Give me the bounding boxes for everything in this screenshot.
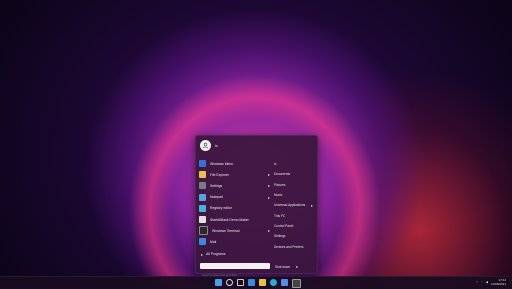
place-item-music[interactable]: Music <box>274 190 315 200</box>
chevron-right-icon: ▸ <box>267 194 270 200</box>
file-explorer-icon <box>199 171 206 179</box>
app-item-windows-menu[interactable]: Windows Menu <box>199 158 272 169</box>
app-label: File Explorer <box>210 172 230 177</box>
app-item-registry-editor[interactable]: Registry editor <box>199 203 272 214</box>
taskbar: ˄ ◔ ◀ 17:44 10/08/2021 <box>0 276 512 289</box>
place-label: Pictures <box>274 182 286 187</box>
place-label: This PC <box>274 213 286 218</box>
registry-icon <box>199 204 206 212</box>
app-item-settings[interactable]: Settings ▸ <box>199 180 272 191</box>
place-item-documents[interactable]: Documents <box>274 169 315 179</box>
app-label: Settings <box>210 183 223 188</box>
edge-icon[interactable] <box>270 279 277 286</box>
terminal-icon[interactable] <box>292 279 301 288</box>
all-programs-button[interactable]: ▸ All Programs <box>201 251 225 257</box>
place-label: Devices and Printers <box>274 244 304 249</box>
file-explorer-icon[interactable] <box>259 279 266 286</box>
app-item-startallback[interactable]: StartAllBack Demo Maker <box>199 214 272 225</box>
user-header[interactable]: ic <box>200 140 218 151</box>
place-label: Control Panel <box>274 223 294 228</box>
app-item-mail[interactable]: Mail <box>199 236 272 247</box>
place-item-devices-printers[interactable]: Devices and Printers <box>274 241 315 251</box>
app-label: StartAllBack Demo Maker <box>210 217 249 222</box>
shutdown-button[interactable]: Shut down ▸ <box>275 264 298 269</box>
chevron-right-icon: ▸ <box>267 172 270 178</box>
place-item-control-panel[interactable]: Control Panel <box>274 221 315 231</box>
app-item-notepad[interactable]: Notepad ▸ <box>199 192 272 203</box>
place-item-pictures[interactable]: Pictures <box>274 180 315 190</box>
chevron-right-icon[interactable]: ▸ <box>296 264 298 269</box>
search-icon[interactable] <box>226 279 233 286</box>
chevron-right-icon: ▸ <box>267 228 270 234</box>
app-list: Windows Menu File Explorer ▸ Settings ▸ … <box>199 158 272 248</box>
mail-icon <box>199 238 206 246</box>
app-label: Windows Menu <box>210 161 234 166</box>
user-name: ic <box>215 143 218 148</box>
network-icon[interactable]: ◔ <box>481 280 483 284</box>
system-tray: ˄ ◔ ◀ 17:44 10/08/2021 <box>476 278 506 286</box>
chevron-right-icon: ▸ <box>201 251 204 257</box>
task-view-icon[interactable] <box>237 279 244 286</box>
app-label: Mail <box>210 239 217 244</box>
clock[interactable]: 17:44 10/08/2021 <box>491 278 506 286</box>
search-box[interactable] <box>200 263 270 278</box>
chevron-up-icon[interactable]: ˄ <box>476 280 478 284</box>
place-label: ic <box>274 162 277 167</box>
place-label: Settings <box>274 234 286 239</box>
notepad-icon <box>199 193 206 201</box>
place-label: Universal Applications <box>274 203 306 208</box>
store-icon[interactable] <box>281 279 288 286</box>
place-label: Music <box>274 193 283 198</box>
app-item-windows-terminal[interactable]: Windows Terminal ▸ <box>199 225 272 236</box>
clock-date: 10/08/2021 <box>490 282 506 286</box>
places-list: ic Documents Pictures Music Universal Ap… <box>274 159 315 252</box>
start-menu: ic Windows Menu File Explorer ▸ Settings… <box>195 135 318 278</box>
app-label: Registry editor <box>210 206 232 211</box>
volume-icon[interactable]: ◀ <box>486 280 488 284</box>
place-item-this-pc[interactable]: This PC <box>274 210 315 220</box>
app-label: Notepad <box>210 195 223 200</box>
terminal-icon <box>199 226 208 236</box>
app-item-file-explorer[interactable]: File Explorer ▸ <box>199 169 272 180</box>
avatar[interactable] <box>200 140 211 151</box>
shutdown-label: Shut down <box>275 264 291 269</box>
taskbar-icons <box>215 279 301 288</box>
chevron-right-icon: ▸ <box>310 202 313 208</box>
place-item-user[interactable]: ic <box>274 159 315 169</box>
app-label: Windows Terminal <box>212 228 240 233</box>
windows-menu-icon <box>199 160 206 168</box>
user-icon <box>202 142 209 149</box>
all-programs-label: All Programs <box>206 252 226 256</box>
chevron-right-icon: ▸ <box>267 183 270 189</box>
place-label: Documents <box>274 172 291 177</box>
place-item-settings[interactable]: Settings <box>274 231 315 241</box>
settings-icon <box>199 182 206 190</box>
startallback-icon <box>199 216 206 224</box>
start-icon[interactable] <box>215 279 222 286</box>
widgets-icon[interactable] <box>248 279 255 286</box>
place-item-universal-apps[interactable]: Universal Applications ▸ <box>274 200 315 210</box>
